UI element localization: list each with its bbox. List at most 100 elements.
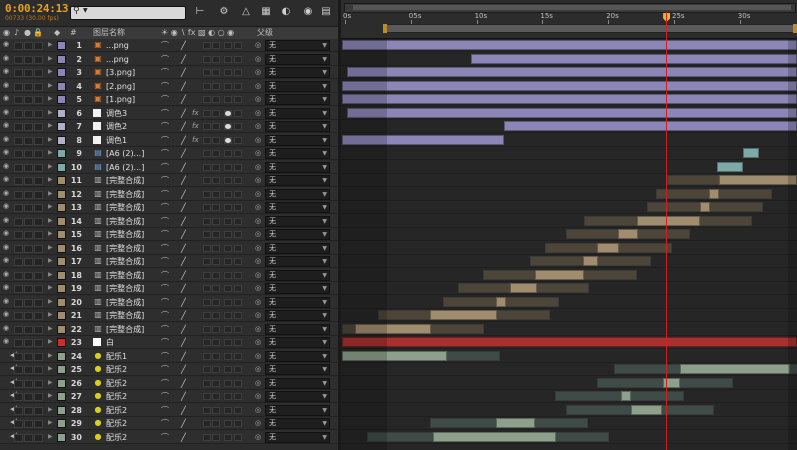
layer-row[interactable]: ◉ ▶ 9 ▤ [A6 (2)...] ⌒ ╱ ◎ 无 ▼ <box>0 147 338 160</box>
label-color-swatch[interactable] <box>57 108 66 118</box>
current-timecode[interactable]: 0:00:24:13 <box>5 2 69 15</box>
quality-switch-icon[interactable]: ╱ <box>181 336 186 349</box>
shy-switch-icon[interactable]: ⌒ <box>161 350 169 363</box>
quality-switch-icon[interactable]: ╱ <box>181 134 186 147</box>
pick-whip-icon[interactable]: ◎ <box>255 149 261 157</box>
adjustment-switch[interactable] <box>224 177 232 184</box>
chevron-down-icon[interactable]: ▼ <box>322 311 327 320</box>
label-color-swatch[interactable] <box>57 284 66 293</box>
chevron-down-icon[interactable]: ▼ <box>322 365 327 374</box>
layer-row[interactable]: ◉ ▶ 22 ▥ [完整合成] ⌒ ╱ ◎ 无 ▼ <box>0 322 338 336</box>
graph-editor-icon[interactable]: ◉ <box>300 5 316 18</box>
label-color-swatch[interactable] <box>57 95 66 104</box>
parent-select[interactable]: 无 ▼ <box>265 188 330 200</box>
chevron-down-icon[interactable]: ▼ <box>83 7 88 14</box>
expand-triangle-icon[interactable]: ▶ <box>48 311 53 318</box>
parent-select[interactable]: 无 ▼ <box>265 107 330 119</box>
layer-row[interactable]: ◉ ▶ 20 ▥ [完整合成] ⌒ ╱ ◎ 无 ▼ <box>0 295 338 309</box>
solo-switch[interactable] <box>24 312 33 320</box>
layer-row[interactable]: ◉ ▶ 11 ▥ [完整合成] ⌒ ╱ ◎ 无 ▼ <box>0 174 338 187</box>
chevron-down-icon[interactable]: ▼ <box>322 352 327 361</box>
3d-switch[interactable] <box>234 123 242 130</box>
frame-blend-switch[interactable] <box>203 190 211 198</box>
expand-triangle-icon[interactable]: ▶ <box>48 271 53 278</box>
layer-duration-bar[interactable] <box>510 283 537 293</box>
solo-switch[interactable] <box>24 352 33 361</box>
layer-name[interactable]: [完整合成] <box>106 174 144 187</box>
quality-switch-icon[interactable]: ╱ <box>181 201 186 214</box>
layer-name[interactable]: [3.png] <box>106 66 135 79</box>
layer-duration-bar[interactable] <box>582 256 599 266</box>
motion-blur-switch[interactable] <box>212 366 220 373</box>
frame-blend-switch[interactable] <box>203 393 211 400</box>
frame-blend-switch[interactable] <box>203 136 211 144</box>
layer-row[interactable]: ◉ ▶ 23 白 ⌒ ╱ ◎ 无 ▼ <box>0 336 338 349</box>
shy-switch-icon[interactable]: ⌒ <box>161 134 169 147</box>
audio-switch[interactable] <box>14 109 23 118</box>
frame-blend-switch[interactable] <box>203 379 211 387</box>
parent-select[interactable]: 无 ▼ <box>265 202 330 213</box>
visibility-eye-icon[interactable]: ◉ <box>3 149 12 156</box>
3d-switch[interactable] <box>234 352 242 360</box>
label-color-swatch[interactable] <box>57 311 66 320</box>
3d-switch[interactable] <box>234 393 242 400</box>
visibility-eye-icon[interactable]: ◉ <box>3 270 12 278</box>
layer-name[interactable]: ...png <box>106 39 129 52</box>
label-color-swatch[interactable] <box>57 351 66 361</box>
layer-name[interactable]: [A6 (2)...] <box>106 161 144 174</box>
frame-blend-switch[interactable] <box>203 150 211 157</box>
quality-switch-icon[interactable]: ╱ <box>181 228 186 241</box>
expand-triangle-icon[interactable]: ▶ <box>48 163 53 170</box>
quality-switch-icon[interactable]: ╱ <box>181 431 186 444</box>
quality-switch-icon[interactable]: ╱ <box>181 53 186 66</box>
lock-switch[interactable] <box>34 109 43 118</box>
visibility-eye-icon[interactable]: ◉ <box>3 230 12 237</box>
shy-switch-icon[interactable]: ⌒ <box>161 242 169 255</box>
adjustment-switch[interactable] <box>224 244 232 252</box>
layer-row[interactable]: ◀)▶25●配乐2⌒╱◎无▼ <box>0 363 338 376</box>
quality-switch-icon[interactable]: ╱ <box>181 39 186 52</box>
pick-whip-icon[interactable]: ◎ <box>255 190 261 198</box>
layer-name[interactable]: ...png <box>106 53 129 66</box>
layer-duration-bar[interactable] <box>470 53 797 64</box>
parent-select[interactable]: 无 ▼ <box>265 377 330 389</box>
solo-switch[interactable] <box>24 325 33 334</box>
quality-switch-icon[interactable]: ╱ <box>181 215 186 228</box>
shy-layers-icon[interactable]: △ <box>238 5 254 18</box>
parent-select[interactable]: 无 ▼ <box>265 404 330 416</box>
motion-blur-switch[interactable] <box>212 217 220 225</box>
quality-switch-icon[interactable]: ╱ <box>181 161 186 174</box>
adjustment-switch[interactable] <box>224 217 232 225</box>
layer-row[interactable]: ◉ ▶ 8 调色1 ⌒ ╱ fx ◎ 无 ▼ <box>0 133 338 147</box>
motion-blur-switch[interactable] <box>212 258 220 265</box>
lock-switch[interactable] <box>34 231 43 239</box>
parent-select[interactable]: 无 ▼ <box>265 296 330 308</box>
frame-blend-switch[interactable] <box>203 177 211 184</box>
label-color-swatch[interactable] <box>57 41 66 50</box>
motion-blur-switch[interactable] <box>212 190 220 198</box>
quality-switch-icon[interactable]: ╱ <box>181 309 186 322</box>
layer-row[interactable]: ◉ ▶ 4 ▣ [2.png] ⌒ ╱ ◎ 无 ▼ <box>0 79 338 93</box>
adjustment-switch[interactable] <box>224 325 232 333</box>
frame-blend-switch[interactable] <box>203 163 211 171</box>
expand-triangle-icon[interactable]: ▶ <box>48 284 53 291</box>
layer-duration-bar[interactable] <box>618 229 638 239</box>
3d-switch[interactable] <box>234 298 242 306</box>
lock-switch[interactable] <box>34 217 43 226</box>
adjustment-switch[interactable] <box>224 406 232 414</box>
label-color-swatch[interactable] <box>57 419 66 428</box>
layer-row[interactable]: ◉ ▶ 5 ▣ [1.png] ⌒ ╱ ◎ 无 ▼ <box>0 93 338 106</box>
chevron-down-icon[interactable]: ▼ <box>322 406 327 415</box>
quality-switch-icon[interactable]: ╱ <box>181 93 186 106</box>
parent-select[interactable]: 无 ▼ <box>265 229 330 240</box>
lock-switch[interactable] <box>34 271 43 280</box>
solo-switch[interactable] <box>24 285 33 293</box>
3d-switch[interactable] <box>234 96 242 103</box>
visibility-eye-icon[interactable]: ◉ <box>3 108 12 116</box>
label-color-swatch[interactable] <box>57 365 66 374</box>
expand-triangle-icon[interactable]: ▶ <box>48 392 53 399</box>
audio-switch[interactable] <box>14 204 23 212</box>
audio-switch[interactable] <box>14 42 23 50</box>
3d-switch[interactable] <box>234 271 242 279</box>
adjustment-switch[interactable] <box>224 258 232 265</box>
